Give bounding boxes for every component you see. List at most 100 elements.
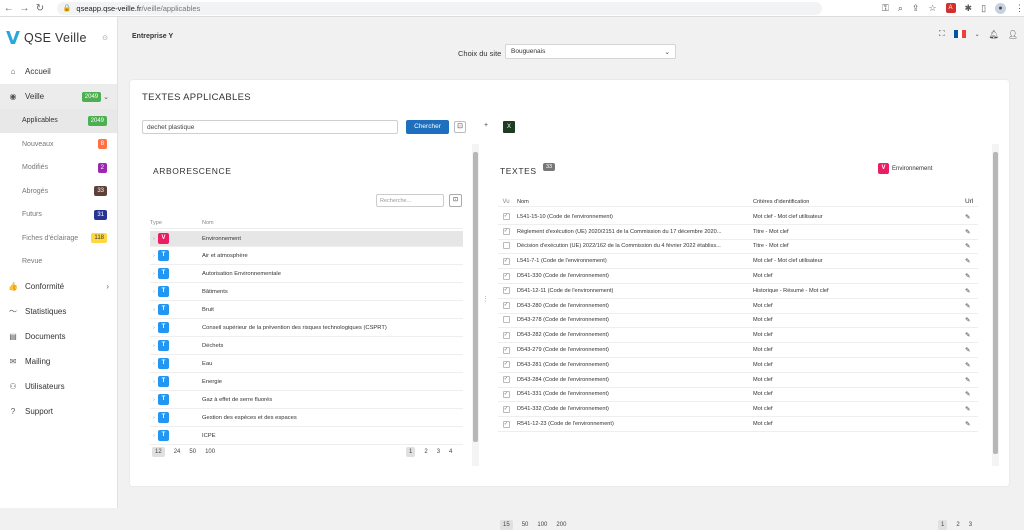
page-size-option[interactable]: 200: [556, 522, 566, 528]
star-icon[interactable]: ☆: [928, 3, 936, 14]
texte-name[interactable]: D541-12-11 (Code de l'environnement): [514, 288, 751, 294]
texte-name[interactable]: Décision d'exécution (UE) 2022/162 de la…: [514, 243, 751, 249]
caret-icon[interactable]: ›: [150, 379, 158, 385]
tree-export-icon[interactable]: ⊡: [449, 194, 462, 207]
sidebar-sub-applicables[interactable]: Applicables 2049: [0, 109, 117, 133]
vu-checkbox[interactable]: ✓: [498, 361, 514, 369]
texte-name[interactable]: D543-282 (Code de l'environnement): [514, 332, 751, 338]
vu-checkbox[interactable]: ✓: [498, 420, 514, 428]
sidebar-item-support[interactable]: ? Support: [0, 399, 117, 424]
share-icon[interactable]: ⇪: [912, 3, 920, 14]
tree-search-input[interactable]: Recherche...: [376, 194, 444, 207]
texte-name[interactable]: D543-279 (Code de l'environnement): [514, 347, 751, 353]
active-filter[interactable]: V Environnement: [878, 163, 932, 174]
link-icon[interactable]: ✎: [965, 213, 977, 221]
page-button[interactable]: 1: [406, 447, 416, 457]
sidebar-sub-nouveaux[interactable]: Nouveaux 8: [0, 133, 117, 157]
app-logo[interactable]: V QSE Veille ⊙: [0, 17, 117, 59]
user-icon[interactable]: 👤︎: [1008, 30, 1018, 39]
sidebar-sub-abroges[interactable]: Abrogés 33: [0, 180, 117, 204]
textes-row[interactable]: ✓ R541-12-23 (Code de l'environnement) Mot…: [498, 417, 978, 432]
caret-icon[interactable]: ›: [150, 271, 158, 277]
sidebar-sub-futurs[interactable]: Futurs 31: [0, 203, 117, 227]
textes-row[interactable]: ✓ D543-281 (Code de l'environnement) Mot c…: [498, 358, 978, 373]
texte-name[interactable]: D541-330 (Code de l'environnement): [514, 273, 751, 279]
caret-icon[interactable]: ›: [150, 307, 158, 313]
caret-icon[interactable]: ›: [150, 343, 158, 349]
sidebar-sub-fiches[interactable]: Fiches d'éclairage 118: [0, 227, 117, 251]
page-button[interactable]: 1: [938, 520, 948, 530]
vu-checkbox[interactable]: [498, 241, 514, 251]
texte-name[interactable]: Règlement d'exécution (UE) 2020/2151 de …: [514, 229, 751, 235]
excel-icon[interactable]: X: [503, 121, 515, 133]
textes-row[interactable]: ✓ D543-282 (Code de l'environnement) Mot c…: [498, 328, 978, 344]
forward-icon[interactable]: →: [18, 3, 32, 14]
caret-icon[interactable]: ›: [150, 325, 158, 331]
page-button[interactable]: 2: [424, 449, 427, 455]
page-size-option[interactable]: 15: [500, 520, 513, 530]
page-size-option[interactable]: 50: [522, 522, 529, 528]
textes-row[interactable]: ✓ L541-15-10 (Code de l'environnement) Mot…: [498, 210, 978, 225]
vu-checkbox[interactable]: ✓: [498, 287, 514, 295]
tree-row[interactable]: › T Autorisation Environnementale: [150, 265, 463, 283]
textes-row[interactable]: ✓ Règlement d'exécution (UE) 2020/2151 de…: [498, 225, 978, 240]
sidebar-item-mailing[interactable]: ✉ Mailing: [0, 349, 117, 374]
chevron-down-icon[interactable]: ⌄: [975, 31, 980, 38]
textes-row[interactable]: ✓ D541-331 (Code de l'environnement) Mot c…: [498, 388, 978, 403]
tree-row[interactable]: › T Gestion des espèces et des espaces: [150, 409, 463, 427]
vu-checkbox[interactable]: ✓: [498, 228, 514, 236]
tree-row[interactable]: › T Eau: [150, 355, 463, 373]
tree-row[interactable]: › T Bâtiments: [150, 283, 463, 301]
textes-row[interactable]: Décision d'exécution (UE) 2022/162 de la…: [498, 240, 978, 255]
sidebar-item-statistiques[interactable]: 〜 Statistiques: [0, 299, 117, 324]
texte-name[interactable]: D541-332 (Code de l'environnement): [514, 406, 751, 412]
textes-row[interactable]: ✓ D543-280 (Code de l'environnement) Mot c…: [498, 299, 978, 314]
caret-icon[interactable]: ›: [150, 415, 158, 421]
link-icon[interactable]: ✎: [965, 287, 977, 295]
search-button[interactable]: Chercher: [406, 120, 449, 134]
vu-checkbox[interactable]: ✓: [498, 376, 514, 384]
texte-name[interactable]: D543-284 (Code de l'environnement): [514, 377, 751, 383]
link-icon[interactable]: ✎: [965, 405, 977, 413]
link-icon[interactable]: ✎: [965, 242, 977, 250]
page-size-option[interactable]: 24: [174, 449, 181, 455]
caret-icon[interactable]: ›: [150, 397, 158, 403]
sidebar-item-utilisateurs[interactable]: ⚇ Utilisateurs: [0, 374, 117, 399]
page-size-option[interactable]: 12: [152, 447, 165, 457]
french-flag-icon[interactable]: [953, 30, 966, 38]
browser-menu-icon[interactable]: ⋮: [1015, 3, 1024, 14]
zoom-icon[interactable]: ⌕: [898, 3, 903, 14]
export-icon[interactable]: ⊡: [454, 121, 466, 133]
tree-row[interactable]: › T Conseil supérieur de la prévention de…: [150, 319, 463, 337]
textes-scrollbar-thumb[interactable]: [993, 152, 998, 454]
page-size-option[interactable]: 100: [537, 522, 547, 528]
tree-scrollbar-thumb[interactable]: [473, 152, 478, 442]
vu-checkbox[interactable]: ✓: [498, 302, 514, 310]
link-icon[interactable]: ✎: [965, 302, 977, 310]
textes-row[interactable]: ✓ D543-284 (Code de l'environnement) Mot c…: [498, 373, 978, 388]
page-size-option[interactable]: 100: [205, 449, 215, 455]
page-button[interactable]: 2: [956, 522, 959, 528]
textes-row[interactable]: ✓ L541-7-1 (Code de l'environnement) Mot c…: [498, 254, 978, 270]
vu-checkbox[interactable]: ✓: [498, 405, 514, 413]
caret-icon[interactable]: ›: [150, 253, 158, 259]
link-icon[interactable]: ✎: [965, 257, 977, 265]
sidebar-item-accueil[interactable]: ⌂ Accueil: [0, 59, 117, 84]
caret-icon[interactable]: ›: [150, 289, 158, 295]
texte-name[interactable]: L541-7-1 (Code de l'environnement): [514, 258, 751, 264]
link-icon[interactable]: ✎: [965, 331, 977, 339]
key-icon[interactable]: ⚿: [882, 3, 889, 14]
link-icon[interactable]: ✎: [965, 420, 977, 428]
sidebar-sub-revue[interactable]: Revue: [0, 250, 117, 274]
textes-row[interactable]: ✓ D541-12-11 (Code de l'environnement) His…: [498, 284, 978, 299]
tree-row[interactable]: › T Déchets: [150, 337, 463, 355]
vu-checkbox[interactable]: ✓: [498, 346, 514, 354]
back-icon[interactable]: ←: [2, 3, 16, 14]
tree-row[interactable]: › T Gaz à effet de serre fluorés: [150, 391, 463, 409]
page-button[interactable]: 3: [437, 449, 440, 455]
panel-resize-handle[interactable]: ⋮: [482, 295, 489, 303]
extensions-icon[interactable]: ✱: [965, 3, 973, 14]
add-button[interactable]: +: [480, 121, 492, 133]
textes-row[interactable]: ✓ D543-279 (Code de l'environnement) Mot c…: [498, 343, 978, 358]
texte-name[interactable]: D541-331 (Code de l'environnement): [514, 391, 751, 397]
